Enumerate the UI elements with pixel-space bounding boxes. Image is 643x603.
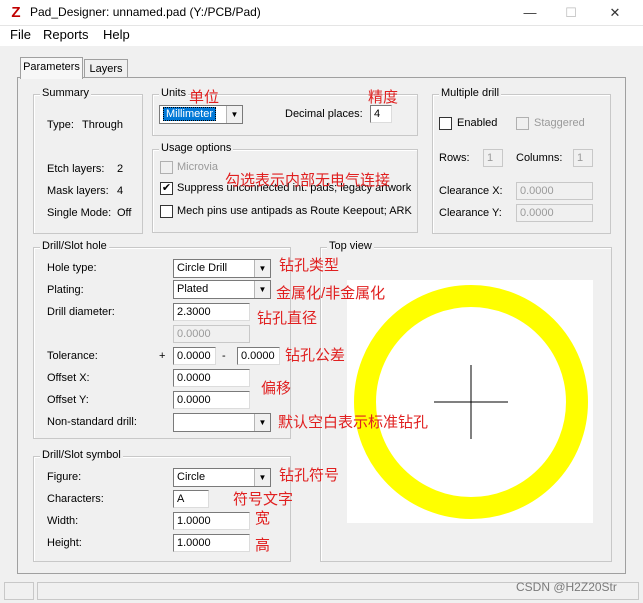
figure-label: Figure:	[47, 471, 82, 483]
tolerance-label: Tolerance:	[47, 350, 98, 362]
tolerance-minus-input[interactable]: 0.0000	[237, 347, 280, 365]
decimal-places-input[interactable]: 4	[370, 105, 392, 123]
type-value: Through	[82, 119, 123, 131]
drill-slot-symbol-title: Drill/Slot symbol	[40, 449, 123, 461]
annotation-offset: 偏移	[261, 380, 292, 397]
annotation-precision: 精度	[368, 89, 399, 106]
annotation-characters: 符号文字	[233, 491, 294, 508]
annotation-hole-type: 钻孔类型	[279, 257, 340, 274]
plating-label: Plating:	[47, 284, 84, 296]
annotation-height: 高	[255, 537, 271, 554]
etch-layers-value: 2	[117, 163, 124, 175]
maximize-button[interactable]: ☐	[561, 4, 581, 22]
chevron-down-icon[interactable]: ▼	[254, 260, 270, 277]
plating-value: Plated	[177, 283, 209, 295]
offset-y-input[interactable]: 0.0000	[173, 391, 250, 409]
drill-diameter-2-input[interactable]: 0.0000	[173, 325, 250, 343]
figure-value: Circle	[177, 471, 206, 483]
menu-file[interactable]: File	[8, 27, 33, 42]
hole-type-label: Hole type:	[47, 262, 97, 274]
window-title: Pad_Designer: unnamed.pad (Y:/PCB/Pad)	[30, 5, 261, 19]
annotation-tolerance: 钻孔公差	[285, 347, 346, 364]
annotation-usage: 勾选表示内部无电气连接	[225, 172, 391, 189]
top-view-title: Top view	[327, 240, 374, 252]
mech-pins-checkbox[interactable]	[160, 205, 173, 218]
offset-x-label: Offset X:	[47, 372, 90, 384]
clearance-y-label: Clearance Y:	[439, 207, 502, 219]
watermark: CSDN @H2Z20Str	[516, 580, 617, 594]
decimal-places-label: Decimal places:	[285, 108, 363, 120]
clearance-x-label: Clearance X:	[439, 185, 503, 197]
height-label: Height:	[47, 537, 82, 549]
drill-diameter-label: Drill diameter:	[47, 306, 115, 318]
summary-title: Summary	[40, 87, 92, 99]
staggered-checkbox[interactable]	[516, 117, 529, 130]
offset-x-input[interactable]: 0.0000	[173, 369, 250, 387]
annotation-width: 宽	[255, 510, 271, 527]
pad-designer-icon: Z	[11, 4, 21, 21]
drill-diameter-input[interactable]: 2.3000	[173, 303, 250, 321]
pad-preview	[354, 285, 588, 519]
hole-type-value: Circle Drill	[177, 262, 228, 274]
height-input[interactable]: 1.0000	[173, 534, 250, 552]
mask-layers-value: 4	[117, 185, 124, 197]
annotation-plating: 金属化/非金属化	[276, 285, 386, 302]
non-standard-drill-label: Non-standard drill:	[47, 416, 137, 428]
columns-input[interactable]: 1	[573, 149, 593, 167]
minimize-button[interactable]: —	[520, 4, 540, 22]
microvia-checkbox[interactable]	[160, 161, 173, 174]
tab-parameters[interactable]: Parameters	[20, 57, 83, 79]
annotation-symbol: 钻孔符号	[279, 467, 340, 484]
hole-type-select[interactable]: Circle Drill ▼	[173, 259, 271, 278]
clearance-x-input[interactable]: 0.0000	[516, 182, 593, 200]
etch-layers-label: Etch layers:	[47, 163, 105, 175]
annotation-diameter: 钻孔直径	[257, 310, 318, 327]
tolerance-plus-sign: +	[159, 350, 166, 362]
annotation-units: 单位	[189, 89, 220, 106]
non-standard-drill-select[interactable]: ▼	[173, 413, 271, 432]
status-cell-1	[4, 582, 34, 600]
single-mode-value: Off	[117, 207, 132, 219]
chevron-down-icon[interactable]: ▼	[226, 106, 242, 123]
multidrill-enabled-label: Enabled	[457, 117, 498, 129]
title-bar: Z Pad_Designer: unnamed.pad (Y:/PCB/Pad)…	[0, 0, 643, 26]
offset-y-label: Offset Y:	[47, 394, 89, 406]
suppress-checkbox[interactable]: ✔	[160, 182, 173, 195]
drill-slot-hole-title: Drill/Slot hole	[40, 240, 109, 252]
mask-layers-label: Mask layers:	[47, 185, 109, 197]
usage-options-title: Usage options	[159, 142, 234, 154]
chevron-down-icon[interactable]: ▼	[254, 281, 270, 298]
characters-input[interactable]: A	[173, 490, 209, 508]
multiple-drill-title: Multiple drill	[439, 87, 502, 99]
type-label: Type:	[47, 119, 74, 131]
multidrill-enabled-checkbox[interactable]	[439, 117, 452, 130]
close-button[interactable]: ✕	[605, 4, 625, 22]
chevron-down-icon[interactable]: ▼	[254, 414, 270, 431]
tolerance-plus-input[interactable]: 0.0000	[173, 347, 216, 365]
mech-pins-label: Mech pins use antipads as Route Keepout;…	[177, 205, 412, 217]
characters-label: Characters:	[47, 493, 104, 505]
rows-input[interactable]: 1	[483, 149, 503, 167]
annotation-non-standard: 默认空白表示标准钻孔	[278, 414, 429, 431]
width-label: Width:	[47, 515, 79, 527]
columns-label: Columns:	[516, 152, 563, 164]
units-title: Units	[159, 87, 189, 99]
menu-help[interactable]: Help	[101, 27, 132, 42]
clearance-y-input[interactable]: 0.0000	[516, 204, 593, 222]
microvia-label: Microvia	[177, 161, 218, 173]
top-view-canvas	[347, 280, 593, 523]
tab-layers[interactable]: Layers	[84, 59, 128, 79]
menu-reports[interactable]: Reports	[41, 27, 91, 42]
chevron-down-icon[interactable]: ▼	[254, 469, 270, 486]
menu-bar: File Reports Help	[0, 26, 643, 46]
units-value: Millimeter	[163, 107, 217, 121]
figure-select[interactable]: Circle ▼	[173, 468, 271, 487]
staggered-label: Staggered	[534, 117, 585, 129]
single-mode-label: Single Mode:	[47, 207, 112, 219]
plating-select[interactable]: Plated ▼	[173, 280, 271, 299]
units-select[interactable]: Millimeter ▼	[159, 105, 243, 124]
rows-label: Rows:	[439, 152, 470, 164]
width-input[interactable]: 1.0000	[173, 512, 250, 530]
tolerance-minus-sign: -	[222, 350, 226, 362]
